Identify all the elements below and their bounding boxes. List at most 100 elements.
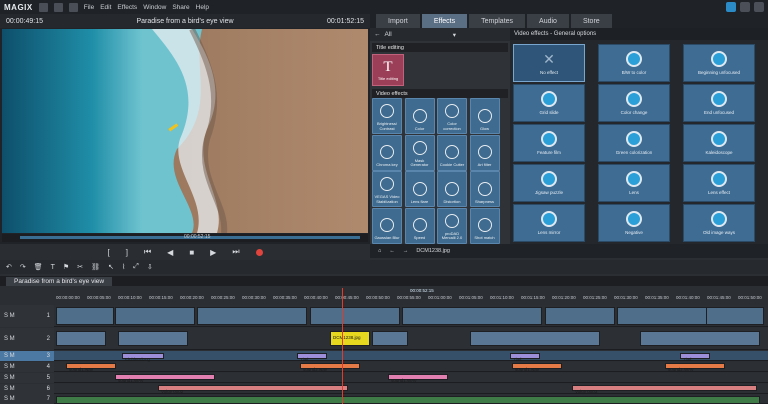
playhead[interactable] [342,288,343,404]
effect-tile[interactable]: Chroma key [372,134,402,171]
export-icon[interactable]: ⇩ [147,263,153,271]
chevron-down-icon[interactable]: ▾ [453,31,456,39]
title-clip[interactable]: Einblendung [122,353,164,362]
pointer-icon[interactable]: ↖ [108,263,114,271]
filter-bar[interactable]: ← All ▾ [370,28,510,41]
menu-effects[interactable]: Effects [117,4,137,11]
marker-icon[interactable]: ⚑ [63,263,69,271]
timeline-track[interactable] [0,351,768,361]
menu-window[interactable]: Window [143,4,166,11]
mark-in-icon[interactable]: [ [107,248,109,257]
timeline-ruler[interactable]: 00:00:52:15 00:00:00:00 00:00:05:00 00:00:… [55,288,768,304]
effect-preset-tile[interactable]: Color change [598,84,670,122]
effect-preset-tile[interactable]: Feature film [513,124,585,162]
home-icon[interactable]: ⌂ [378,248,381,254]
effect-tile[interactable]: Brightness/ Contrast [372,98,402,134]
effect-tile[interactable]: Distortion [437,171,467,207]
effect-tile[interactable]: proDAD Mercalli 2.0 [437,207,467,244]
project-tab[interactable]: Paradise from a bird's eye view [6,277,113,286]
effect-preset-tile[interactable]: Jigsaw puzzle [513,164,585,202]
delete-icon[interactable]: 🗑 [34,263,43,271]
rewind-icon[interactable]: ◀ [167,248,173,257]
track-header[interactable]: S M 2 [0,328,54,350]
effect-preset-tile[interactable]: Lens mirror [513,204,585,242]
video-clip[interactable] [310,307,400,325]
effect-preset-tile[interactable]: Kaleidoscope [683,124,755,162]
voice-clip[interactable]: Voice 0002 [158,385,348,394]
effect-tile[interactable]: Cookie Cutter [437,134,467,171]
music-clip[interactable] [56,396,760,404]
effect-tile[interactable]: Color [404,98,435,134]
skip-back-icon[interactable]: ⏮ [144,247,151,257]
video-clip[interactable] [470,331,600,346]
account-icon[interactable] [754,2,764,12]
nav-forward-icon[interactable]: → [403,248,409,254]
track-solo-mute[interactable]: S M [4,353,15,359]
back-arrow-icon[interactable]: ← [374,31,381,38]
effect-preset-tile[interactable]: Grid slide [513,84,585,122]
section-video-effects[interactable]: Video effects [372,89,508,98]
video-clip[interactable] [118,331,188,346]
layout-icon[interactable] [726,2,736,12]
track-header[interactable]: S M 3 [0,351,54,361]
video-clip[interactable] [640,331,760,346]
effect-preset-tile[interactable]: B/W to color [598,44,670,82]
track-solo-mute[interactable]: S M [4,386,15,392]
video-clip[interactable] [56,331,106,346]
effect-tile[interactable]: Lens flare [404,171,435,207]
play-icon[interactable]: ▶ [210,248,216,257]
undo-icon[interactable]: ↶ [6,263,12,271]
track-header[interactable]: S M 5 [0,373,54,383]
audio-clip[interactable]: sound1.WAV [115,374,215,383]
open-folder-icon[interactable] [53,2,63,12]
track-header[interactable]: S M 1 [0,305,54,327]
stop-icon[interactable]: ■ [189,248,194,257]
effect-tile[interactable]: Shot match [469,207,500,244]
effect-preset-tile[interactable]: Lens [598,164,670,202]
mark-out-icon[interactable]: ] [126,248,128,257]
effect-tile[interactable]: Gaussian Blur [372,207,402,244]
title-icon[interactable]: T [51,264,55,271]
effect-tile[interactable]: Speed [404,207,435,244]
audio-clip[interactable]: sound1.wav [512,363,562,372]
nav-back-icon[interactable]: ← [389,248,395,254]
effect-tile[interactable]: Color correction [437,98,467,134]
effect-preset-tile[interactable]: End unfocused [683,84,755,122]
track-solo-mute[interactable]: S M [4,396,15,402]
video-clip[interactable] [56,307,114,325]
menu-share[interactable]: Share [172,4,189,11]
effect-preset-tile[interactable]: Old image ways [683,204,755,242]
effect-preset-tile[interactable]: ✕ No effect [513,44,585,82]
filter-select[interactable]: All [385,31,392,38]
effect-tile[interactable]: Sharpness [469,171,500,207]
cut-icon[interactable]: ✂ [77,263,83,271]
video-clip[interactable] [706,307,764,325]
section-title-editing[interactable]: Title editing [372,43,508,52]
tab-audio[interactable]: Audio [527,14,569,28]
effect-preset-tile[interactable]: Lens effect [683,164,755,202]
redo-icon[interactable]: ↷ [20,263,26,271]
effect-tile[interactable]: Art filter [469,134,500,171]
tab-import[interactable]: Import [376,14,420,28]
menu-file[interactable]: File [84,4,94,11]
audio-clip[interactable]: sound1.WAV [388,374,448,383]
overlay-clip[interactable]: DCM1238.jpg [330,331,370,346]
settings-icon[interactable] [740,2,750,12]
track-header[interactable]: S M 7 [0,394,54,404]
title-clip[interactable]: Titel [510,353,540,362]
effect-tile[interactable]: Mask Generator [404,134,435,171]
video-clip[interactable] [402,307,542,325]
track-header[interactable]: S M 4 [0,362,54,372]
link-icon[interactable]: ⛓ [91,263,100,271]
audio-clip[interactable]: sound2.wav [300,363,360,372]
video-clip[interactable] [545,307,615,325]
video-clip[interactable] [372,331,408,346]
video-clip[interactable] [197,307,307,325]
save-icon[interactable] [68,2,78,12]
effect-preset-tile[interactable]: Negative [598,204,670,242]
track-solo-mute[interactable]: S M [4,313,15,319]
tab-effects[interactable]: Effects [421,14,468,28]
title-clip[interactable]: Titel [297,353,327,362]
effect-preset-tile[interactable]: Beginning unfocused [683,44,755,82]
voice-clip[interactable]: Voice 0003 [572,385,757,394]
